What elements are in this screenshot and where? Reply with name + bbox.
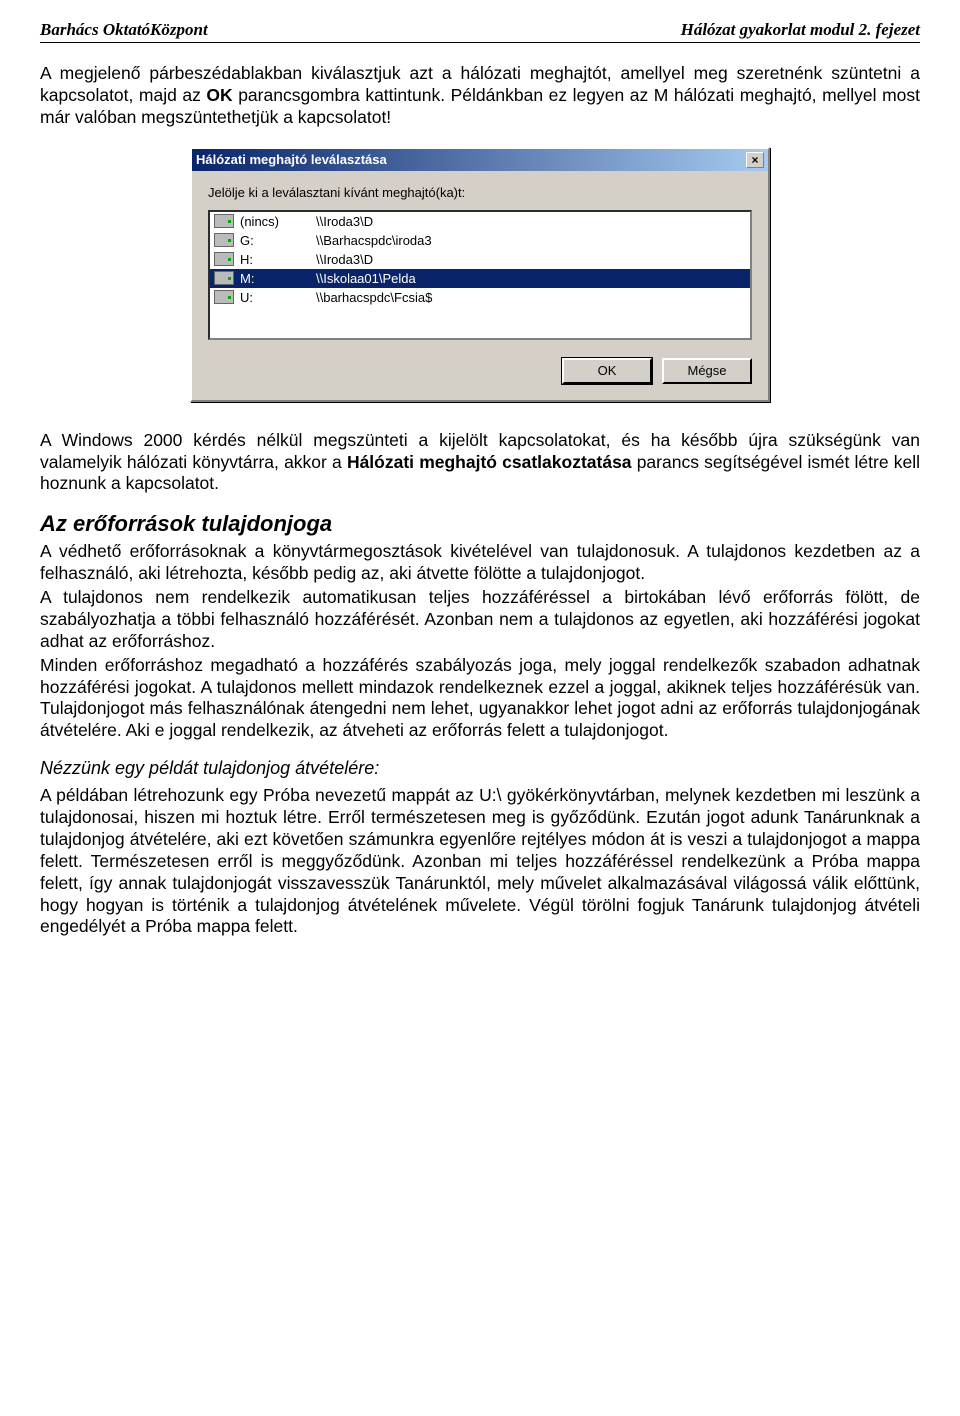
drive-listbox[interactable]: (nincs) \\Iroda3\D G: \\Barhacspdc\iroda3 H:…: [208, 210, 752, 340]
ownership-p1: A védhető erőforrásoknak a könyvtármegos…: [40, 541, 920, 585]
drive-row[interactable]: M: \\Iskolaa01\Pelda: [210, 269, 750, 288]
ok-button[interactable]: OK: [562, 358, 652, 384]
dialog-instruction: Jelölje ki a leválasztani kívánt meghajt…: [208, 185, 752, 200]
dialog-body: Jelölje ki a leválasztani kívánt meghajt…: [192, 171, 768, 400]
header-right: Hálózat gyakorlat modul 2. fejezet: [681, 20, 920, 40]
drive-path: \\Iskolaa01\Pelda: [316, 271, 416, 286]
drive-row[interactable]: G: \\Barhacspdc\iroda3: [210, 231, 750, 250]
drive-letter: H:: [240, 252, 310, 267]
intro-ok-bold: OK: [206, 85, 232, 105]
dialog-buttons: OK Mégse: [208, 358, 752, 384]
network-drive-icon: [214, 233, 234, 247]
drive-path: \\Iroda3\D: [316, 252, 373, 267]
after-dialog-paragraph: A Windows 2000 kérdés nélkül megszünteti…: [40, 430, 920, 496]
drive-path: \\Barhacspdc\iroda3: [316, 233, 432, 248]
intro-paragraph: A megjelenő párbeszédablakban kiválasztj…: [40, 63, 920, 129]
dialog-title: Hálózati meghajtó leválasztása: [196, 152, 387, 167]
network-drive-icon: [214, 214, 234, 228]
drive-row[interactable]: (nincs) \\Iroda3\D: [210, 212, 750, 231]
network-drive-icon: [214, 252, 234, 266]
drive-row[interactable]: H: \\Iroda3\D: [210, 250, 750, 269]
drive-letter: (nincs): [240, 214, 310, 229]
after-bold: Hálózati meghajtó csatlakoztatása: [347, 452, 632, 472]
close-icon[interactable]: ×: [746, 152, 764, 168]
network-drive-icon: [214, 271, 234, 285]
cancel-button[interactable]: Mégse: [662, 358, 752, 384]
example-paragraph: A példában létrehozunk egy Próba nevezet…: [40, 785, 920, 938]
disconnect-dialog: Hálózati meghajtó leválasztása × Jelölje…: [190, 147, 770, 402]
drive-letter: G:: [240, 233, 310, 248]
ownership-p3: Minden erőforráshoz megadható a hozzáfér…: [40, 655, 920, 743]
drive-letter: U:: [240, 290, 310, 305]
drive-row[interactable]: U: \\barhacspdc\Fcsia$: [210, 288, 750, 307]
header-left: Barhács OktatóKözpont: [40, 20, 208, 40]
ownership-p2: A tulajdonos nem rendelkezik automatikus…: [40, 587, 920, 653]
drive-path: \\Iroda3\D: [316, 214, 373, 229]
example-heading: Nézzünk egy példát tulajdonjog átvételér…: [40, 758, 920, 779]
drive-path: \\barhacspdc\Fcsia$: [316, 290, 432, 305]
network-drive-icon: [214, 290, 234, 304]
section-title-ownership: Az erőforrások tulajdonjoga: [40, 511, 920, 537]
dialog-titlebar: Hálózati meghajtó leválasztása ×: [192, 149, 768, 171]
dialog-screenshot: Hálózati meghajtó leválasztása × Jelölje…: [40, 147, 920, 402]
drive-letter: M:: [240, 271, 310, 286]
page-header: Barhács OktatóKözpont Hálózat gyakorlat …: [40, 20, 920, 43]
